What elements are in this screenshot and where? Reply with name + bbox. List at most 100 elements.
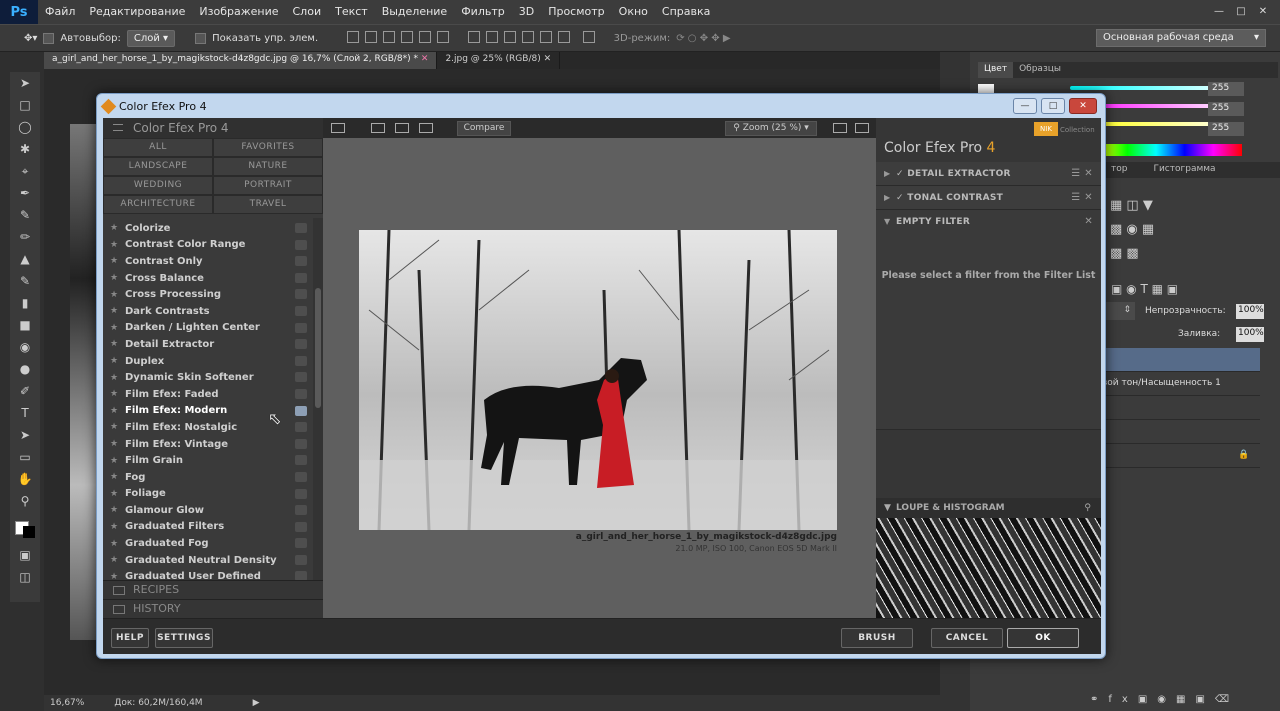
distribute-top-icon[interactable] xyxy=(467,30,480,43)
red-value[interactable]: 255 xyxy=(1208,82,1244,96)
menu-type[interactable]: Текст xyxy=(328,0,375,24)
close-tab-icon[interactable]: ✕ xyxy=(544,54,552,64)
favorite-icon[interactable] xyxy=(295,305,307,316)
menu-icon[interactable] xyxy=(113,124,123,131)
favorite-icon[interactable] xyxy=(295,239,307,250)
category-wedding[interactable]: WEDDING xyxy=(103,176,213,195)
screen-mode-icon[interactable]: ◫ xyxy=(10,566,40,588)
3d-tools-icons[interactable]: ⟳ ○ ✥ ✥ ▶ xyxy=(676,33,730,44)
star-icon[interactable]: ★ xyxy=(103,406,125,416)
filter-item[interactable]: ★ Film Efex: Vintage xyxy=(103,436,313,453)
filter-item[interactable]: ★ Glamour Glow xyxy=(103,502,313,519)
path-select-icon[interactable]: ➤ xyxy=(10,424,40,446)
star-icon[interactable]: ★ xyxy=(103,522,125,532)
side-by-side-icon[interactable] xyxy=(419,123,433,133)
favorite-icon[interactable] xyxy=(295,471,307,482)
blend-mode-dropdown[interactable]: ⇕ xyxy=(1105,302,1135,320)
stack-empty-filter[interactable]: ▼ EMPTY FILTER ✕ xyxy=(876,210,1101,430)
favorite-icon[interactable] xyxy=(295,355,307,366)
remove-filter-icon[interactable]: ☰ ✕ xyxy=(1071,168,1093,179)
distribute-left-icon[interactable] xyxy=(521,30,534,43)
auto-align-icon[interactable] xyxy=(582,30,595,43)
distribute-center-icon[interactable] xyxy=(539,30,552,43)
menu-image[interactable]: Изображение xyxy=(192,0,285,24)
history-brush-icon[interactable]: ✎ xyxy=(10,270,40,292)
category-portrait[interactable]: PORTRAIT xyxy=(213,176,323,195)
check-icon[interactable]: ✓ xyxy=(896,193,904,203)
pen-tool-icon[interactable]: ✐ xyxy=(10,380,40,402)
filter-item[interactable]: ★ Contrast Only xyxy=(103,253,313,270)
star-icon[interactable]: ★ xyxy=(103,306,125,316)
star-icon[interactable]: ★ xyxy=(103,223,125,233)
menu-view[interactable]: Просмотр xyxy=(541,0,611,24)
distribute-right-icon[interactable] xyxy=(557,30,570,43)
category-all[interactable]: ALL xyxy=(103,138,213,157)
filter-item[interactable]: ★ Darken / Lighten Center xyxy=(103,320,313,337)
shape-tool-icon[interactable]: ▭ xyxy=(10,446,40,468)
category-nature[interactable]: NATURE xyxy=(213,157,323,176)
favorite-icon[interactable] xyxy=(295,554,307,565)
help-button[interactable]: HELP xyxy=(111,628,149,648)
star-icon[interactable]: ★ xyxy=(103,373,125,383)
favorite-icon[interactable] xyxy=(295,521,307,532)
quick-select-icon[interactable]: ✱ xyxy=(10,138,40,160)
zoom-dropdown[interactable]: ⚲ Zoom (25 %) ▾ xyxy=(725,121,817,136)
star-icon[interactable]: ★ xyxy=(103,323,125,333)
favorite-icon[interactable] xyxy=(295,322,307,333)
split-view-icon[interactable] xyxy=(395,123,409,133)
settings-button[interactable]: SETTINGS xyxy=(155,628,213,648)
menu-3d[interactable]: 3D xyxy=(512,0,541,24)
filter-item[interactable]: ★ Graduated Fog xyxy=(103,535,313,552)
gradient-tool-icon[interactable]: ■ xyxy=(10,314,40,336)
filter-item[interactable]: ★ Film Efex: Modern xyxy=(103,403,313,420)
crop-tool-icon[interactable]: ⌖ xyxy=(10,160,40,182)
doc-tab-girl-horse[interactable]: a_girl_and_her_horse_1_by_magikstock-d4z… xyxy=(44,52,438,69)
quick-mask-icon[interactable]: ▣ xyxy=(10,544,40,566)
align-right-icon[interactable] xyxy=(437,30,450,43)
star-icon[interactable]: ★ xyxy=(103,555,125,565)
category-favorites[interactable]: FAVORITES xyxy=(213,138,323,157)
favorite-icon[interactable] xyxy=(295,272,307,283)
favorite-icon[interactable] xyxy=(295,505,307,516)
filter-item[interactable]: ★ Cross Balance xyxy=(103,270,313,287)
star-icon[interactable]: ★ xyxy=(103,356,125,366)
align-bottom-icon[interactable] xyxy=(383,30,396,43)
lasso-tool-icon[interactable]: ◯ xyxy=(10,116,40,138)
star-icon[interactable]: ★ xyxy=(103,256,125,266)
layer-bottom-icons[interactable]: ⚭fx▣◉▦▣⌫ xyxy=(1090,694,1270,710)
preview-photo[interactable] xyxy=(359,230,837,530)
history-section[interactable]: HISTORY xyxy=(103,599,323,618)
marquee-tool-icon[interactable]: □ xyxy=(10,94,40,116)
maximize-icon[interactable]: □ xyxy=(1232,5,1250,19)
blur-tool-icon[interactable]: ◉ xyxy=(10,336,40,358)
favorite-icon[interactable] xyxy=(295,405,307,416)
blue-value[interactable]: 255 xyxy=(1208,122,1244,136)
compare-button[interactable]: Compare xyxy=(457,121,511,136)
opacity-input[interactable]: 100% xyxy=(1236,304,1264,319)
color-swatch-icon[interactable] xyxy=(10,512,40,544)
menu-layer[interactable]: Слои xyxy=(286,0,329,24)
category-travel[interactable]: TRAVEL xyxy=(213,195,323,214)
collapse-icon[interactable]: ▼ xyxy=(884,503,891,513)
star-icon[interactable]: ★ xyxy=(103,439,125,449)
star-icon[interactable]: ★ xyxy=(103,489,125,499)
filter-item[interactable]: ★ Film Grain xyxy=(103,452,313,469)
filter-item[interactable]: ★ Film Efex: Nostalgic xyxy=(103,419,313,436)
hide-panel-icon[interactable] xyxy=(331,123,345,133)
favorite-icon[interactable] xyxy=(295,422,307,433)
favorite-icon[interactable] xyxy=(295,538,307,549)
dialog-close-button[interactable]: ✕ xyxy=(1069,98,1097,114)
tab-color[interactable]: Цвет xyxy=(978,62,1014,78)
filter-item[interactable]: ★ Dynamic Skin Softener xyxy=(103,369,313,386)
filter-item[interactable]: ★ Duplex xyxy=(103,353,313,370)
menu-window[interactable]: Окно xyxy=(612,0,655,24)
ok-button[interactable]: OK xyxy=(1007,628,1079,648)
dialog-minimize-button[interactable]: — xyxy=(1013,98,1037,114)
dialog-maximize-button[interactable]: □ xyxy=(1041,98,1065,114)
loupe-header[interactable]: ▼ LOUPE & HISTOGRAM ⚲ xyxy=(876,498,1101,518)
autoselect-checkbox[interactable] xyxy=(43,32,55,44)
menu-filter[interactable]: Фильтр xyxy=(454,0,512,24)
cancel-button[interactable]: CANCEL xyxy=(931,628,1003,648)
check-icon[interactable]: ✓ xyxy=(896,169,904,179)
filter-item[interactable]: ★ Graduated Neutral Density xyxy=(103,552,313,569)
